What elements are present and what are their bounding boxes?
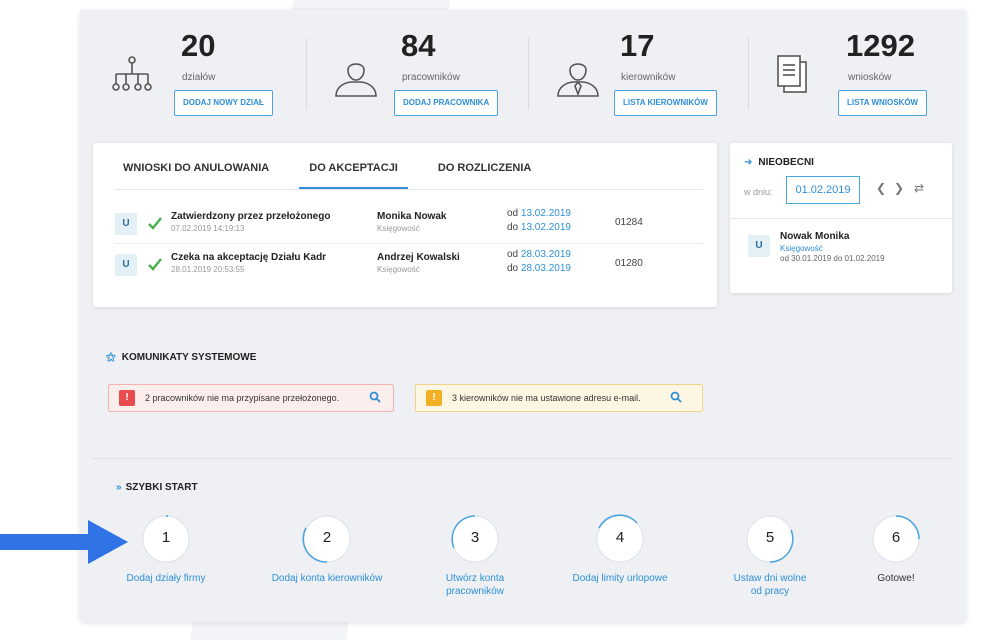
add-employee-button[interactable]: DODAJ PRACOWNIKA [394, 90, 499, 116]
step-label[interactable]: Dodaj konta kierowników [262, 572, 392, 585]
step-number: 6 [891, 529, 901, 546]
quick-start-step-5[interactable]: 5 Ustaw dni wolne od pracy [720, 514, 820, 598]
quick-start-step-2[interactable]: 2 Dodaj konta kierowników [262, 514, 392, 585]
alert-missing-email: ! 3 kierowników nie ma ustawione adresu … [415, 384, 703, 412]
employees-count: 84 [401, 28, 436, 63]
system-messages-title: ⚝ KOMUNIKATY SYSTEMOWE [106, 352, 257, 363]
date-from: od 13.02.2019 [507, 208, 571, 219]
warning-icon: ! [426, 390, 442, 406]
departments-count: 20 [181, 28, 216, 63]
documents-icon [777, 55, 807, 93]
org-chart-icon [112, 56, 152, 91]
request-status: Zatwierdzony przez przełożonego [171, 211, 331, 222]
alert-message: 3 kierowników nie ma ustawione adresu e-… [452, 393, 641, 403]
avatar: U [115, 254, 137, 276]
table-row[interactable]: U Czeka na akceptację Działu Kadr 28.01.… [115, 243, 703, 279]
absent-person-dept: Księgowość [780, 244, 823, 253]
prev-day-icon[interactable]: ❮ [876, 181, 886, 195]
pointer-arrow-icon [0, 520, 128, 564]
stat-separator [306, 38, 307, 110]
date-label: w dniu: [744, 187, 773, 197]
absent-person-name[interactable]: Nowak Monika [780, 231, 849, 242]
date-from-value: 13.02.2019 [520, 208, 571, 219]
step-label[interactable]: Dodaj działy firmy [116, 572, 216, 585]
absent-title: ➜ NIEOBECNI [744, 157, 814, 168]
step-number: 1 [161, 529, 171, 546]
quick-start-step-6[interactable]: 6 Gotowe! [856, 514, 936, 585]
request-id: 01284 [615, 217, 643, 228]
stat-managers: 17 kierowników LISTA KIEROWNIKÓW [552, 28, 752, 133]
absent-card: ➜ NIEOBECNI w dniu: 01.02.2019 ❮ ❯ ⇄ U No… [730, 143, 952, 293]
step-number: 2 [322, 529, 332, 546]
check-icon [148, 258, 162, 271]
employee-name[interactable]: Andrzej Kowalski [377, 252, 460, 263]
quick-start-step-4[interactable]: 4 Dodaj limity urlopowe [560, 514, 680, 585]
quick-start-step-3[interactable]: 3 Utwórz konta pracowników [425, 514, 525, 598]
employees-label: pracowników [402, 72, 460, 83]
tabs-underline [115, 189, 703, 190]
search-icon[interactable] [670, 391, 682, 403]
stat-employees: 84 pracowników DODAJ PRACOWNIKA [330, 28, 530, 133]
request-status: Czeka na akceptację Działu Kadr [171, 252, 327, 263]
step-label: Gotowe! [877, 573, 915, 584]
date-to-value: 28.03.2019 [520, 263, 571, 274]
tab-to-cancel[interactable]: WNIOSKI DO ANULOWANIA [123, 143, 269, 193]
employee-dept: Księgowość [377, 265, 420, 274]
employee-dept: Księgowość [377, 224, 420, 233]
step-number: 4 [615, 529, 625, 546]
absent-person-range: od 30.01.2019 do 01.02.2019 [780, 254, 885, 263]
request-id: 01280 [615, 258, 643, 269]
step-label[interactable]: Utwórz konta pracowników [435, 572, 515, 598]
alert-message: 2 pracowników nie ma przypisane przełożo… [145, 393, 340, 403]
requests-count: 1292 [846, 28, 915, 63]
request-datetime: 07.02.2019 14:19:13 [171, 224, 245, 233]
date-to: do 13.02.2019 [507, 222, 571, 233]
date-input[interactable]: 01.02.2019 [786, 176, 860, 204]
swap-icon[interactable]: ⇄ [914, 181, 924, 195]
requests-tabs: WNIOSKI DO ANULOWANIA DO AKCEPTACJI DO R… [123, 143, 571, 193]
stat-separator [528, 38, 529, 110]
step-number: 5 [765, 529, 775, 546]
step-label[interactable]: Ustaw dni wolne od pracy [730, 572, 810, 598]
step-number: 3 [470, 529, 480, 546]
avatar: U [748, 235, 770, 257]
tab-to-accept[interactable]: DO AKCEPTACJI [299, 143, 408, 193]
departments-label: działów [182, 72, 216, 83]
managers-list-button[interactable]: LISTA KIEROWNIKÓW [614, 90, 717, 116]
search-icon[interactable] [369, 391, 381, 403]
tab-to-settle[interactable]: DO ROZLICZENIA [438, 143, 532, 193]
requests-label: wniosków [848, 72, 892, 83]
next-day-icon[interactable]: ❯ [894, 181, 904, 195]
requests-list-button[interactable]: LISTA WNIOSKÓW [838, 90, 928, 116]
date-from: od 28.03.2019 [507, 249, 571, 260]
quick-start-step-1[interactable]: 1 Dodaj działy firmy [116, 514, 216, 585]
date-to: do 28.03.2019 [507, 263, 571, 274]
stat-requests: 1292 wniosków LISTA WNIOSKÓW [760, 28, 960, 133]
stat-departments: 20 działów DODAJ NOWY DZIAŁ [106, 28, 306, 133]
error-icon: ! [119, 390, 135, 406]
employee-icon [335, 63, 377, 97]
date-to-value: 13.02.2019 [520, 222, 571, 233]
alert-missing-supervisor: ! 2 pracowników nie ma przypisane przeło… [108, 384, 394, 412]
section-divider [92, 458, 953, 459]
avatar: U [115, 213, 137, 235]
quick-start-title: » SZYBKI START [116, 482, 198, 493]
bell-icon: ⚝ [106, 352, 116, 363]
managers-count: 17 [620, 28, 655, 63]
absent-person-row[interactable]: U Nowak Monika Księgowość od 30.01.2019 … [730, 218, 952, 278]
manager-icon [557, 63, 599, 97]
add-department-button[interactable]: DODAJ NOWY DZIAŁ [174, 90, 273, 116]
requests-card: WNIOSKI DO ANULOWANIA DO AKCEPTACJI DO R… [93, 143, 717, 307]
step-label[interactable]: Dodaj limity urlopowe [560, 572, 680, 585]
exit-icon: ➜ [744, 157, 753, 168]
double-chevron-icon: » [116, 482, 122, 493]
employee-name[interactable]: Monika Nowak [377, 211, 446, 222]
request-datetime: 28.01.2019 20:53:55 [171, 265, 245, 274]
check-icon [148, 217, 162, 230]
date-from-value: 28.03.2019 [520, 249, 571, 260]
stat-separator [748, 38, 749, 110]
table-row[interactable]: U Zatwierdzony przez przełożonego 07.02.… [115, 207, 703, 243]
managers-label: kierowników [621, 72, 676, 83]
